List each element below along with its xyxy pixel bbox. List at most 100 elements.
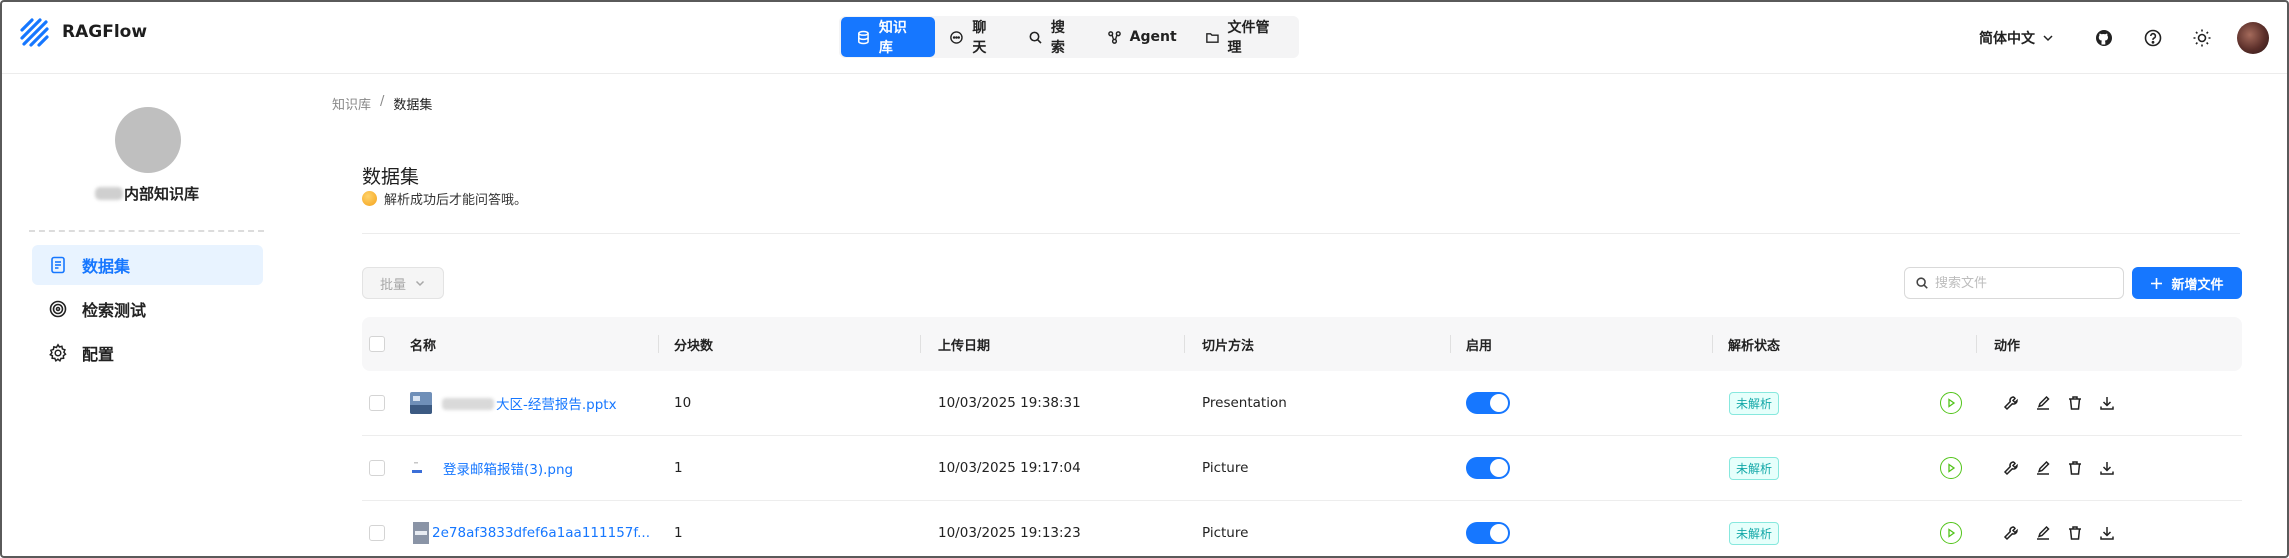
enable-toggle[interactable] [1466,392,1510,414]
language-selector[interactable]: 简体中文 [1979,28,2055,48]
row-actions [2002,371,2116,435]
tab-label: 知识库 [878,20,907,56]
row-select-cell [369,371,385,435]
download-icon[interactable] [2098,394,2116,412]
batch-button[interactable]: 批量 [362,267,444,299]
theme-toggle-button[interactable] [2184,20,2220,56]
row-select-cell [369,501,385,556]
smile-emoji-icon [362,191,377,206]
sidebar-item-retrieval-test[interactable]: 检索测试 [32,289,263,329]
batch-label: 批量 [379,277,406,293]
tab-chat[interactable]: 聊天 [935,17,1014,57]
edit-icon[interactable] [2034,394,2052,412]
header-select-cell [369,317,385,371]
parse-status-cell: 未解析 [1729,436,1780,500]
chevron-down-icon [2043,35,2053,42]
breadcrumb-current: 数据集 [393,98,433,113]
section-divider [362,233,2240,234]
search-files-input[interactable] [1935,275,2115,291]
sidebar-item-configuration[interactable]: 配置 [32,333,263,373]
edit-icon[interactable] [2034,459,2052,477]
run-parse-button[interactable] [1940,522,1962,544]
edit-icon[interactable] [2034,524,2052,542]
ragflow-logo-icon[interactable] [18,16,52,50]
delete-icon[interactable] [2066,524,2084,542]
select-all-checkbox[interactable] [369,336,385,352]
wrench-icon[interactable] [2002,394,2020,412]
add-file-button[interactable]: 新增文件 [2132,267,2242,299]
column-header-chunks[interactable]: 分块数 [674,317,713,371]
tab-label: 搜索 [1050,20,1065,56]
run-parse-button[interactable] [1940,457,1962,479]
file-name-link[interactable]: 大区-经营报告.pptx [442,393,617,413]
help-icon [2144,29,2162,47]
row-checkbox[interactable] [369,460,385,476]
png-thumbnail-icon [410,457,432,479]
column-header-enabled[interactable]: 启用 [1466,317,1492,371]
wrench-icon[interactable] [2002,524,2020,542]
run-parse-button[interactable] [1940,392,1962,414]
search-files-box[interactable] [1904,267,2124,299]
chunk-method[interactable]: Picture [1202,501,1248,556]
file-name-link[interactable]: 2e78af3833dfef6a1aa111157f... [432,525,650,541]
breadcrumb: 知识库 / 数据集 [332,94,432,113]
play-icon [1948,528,1956,538]
header-right: 简体中文 [1979,20,2269,56]
enable-toggle[interactable] [1466,457,1510,479]
help-button[interactable] [2135,20,2171,56]
plus-icon [2151,277,2163,289]
column-separator [920,335,921,353]
column-header-actions: 动作 [1994,338,2021,354]
download-icon[interactable] [2098,524,2116,542]
column-header-chunk-method[interactable]: 切片方法 [1202,317,1254,371]
column-header-name[interactable]: 名称 [410,317,436,371]
table-header: 名称 分块数 上传日期 切片方法 启用 解析状态 动作 [362,317,2242,371]
tab-knowledge-base[interactable]: 知识库 [841,17,936,57]
column-header-parse-status[interactable]: 解析状态 [1728,317,1780,371]
row-actions [2002,501,2116,556]
github-icon [2096,30,2112,46]
chunk-count: 1 [674,525,683,541]
document-icon [51,256,65,274]
delete-icon[interactable] [2066,394,2084,412]
tab-search[interactable]: 搜索 [1014,17,1093,57]
wrench-icon[interactable] [2002,459,2020,477]
tab-file-management[interactable]: 文件管理 [1191,17,1297,57]
upload-date: 10/03/2025 19:17:04 [938,460,1081,476]
breadcrumb-root[interactable]: 知识库 [332,94,371,113]
play-icon [1948,463,1956,473]
row-actions [2002,436,2116,500]
row-checkbox[interactable] [369,395,385,411]
tab-agent[interactable]: Agent [1093,17,1191,57]
parse-status-badge: 未解析 [1729,521,1780,545]
column-separator [1976,335,1977,353]
row-checkbox[interactable] [369,525,385,541]
search-icon [1916,277,1928,289]
chunk-method[interactable]: Presentation [1202,371,1287,435]
pptx-thumbnail-icon [410,392,432,414]
enable-toggle[interactable] [1466,522,1510,544]
language-label: 简体中文 [1979,31,2035,47]
sidebar-item-label: 数据集 [82,257,131,276]
sidebar-item-dataset[interactable]: 数据集 [32,245,263,285]
column-separator [1184,335,1185,353]
enable-cell [1466,436,1510,500]
user-avatar[interactable] [2237,22,2269,54]
file-name-link[interactable]: 登录邮箱报错(3).png [443,458,573,478]
brand-name[interactable]: RAGFlow [62,22,147,42]
column-separator [1450,335,1451,353]
sidebar-item-label: 检索测试 [82,301,147,320]
column-separator [1712,335,1713,353]
column-header-upload-date[interactable]: 上传日期 [938,317,990,371]
sidebar-item-label: 配置 [82,345,115,364]
github-button[interactable] [2086,20,2122,56]
target-icon [49,300,67,318]
delete-icon[interactable] [2066,459,2084,477]
sidebar: 内部知识库 数据集 检索测试 配置 [2,75,282,556]
chunk-method[interactable]: Picture [1202,436,1248,500]
download-icon[interactable] [2098,459,2116,477]
page-tip: 解析成功后才能问答哦。 [362,189,527,208]
enable-cell [1466,501,1510,556]
file-name-text: 大区-经营报告.pptx [496,397,617,413]
parse-status-cell: 未解析 [1729,371,1780,435]
